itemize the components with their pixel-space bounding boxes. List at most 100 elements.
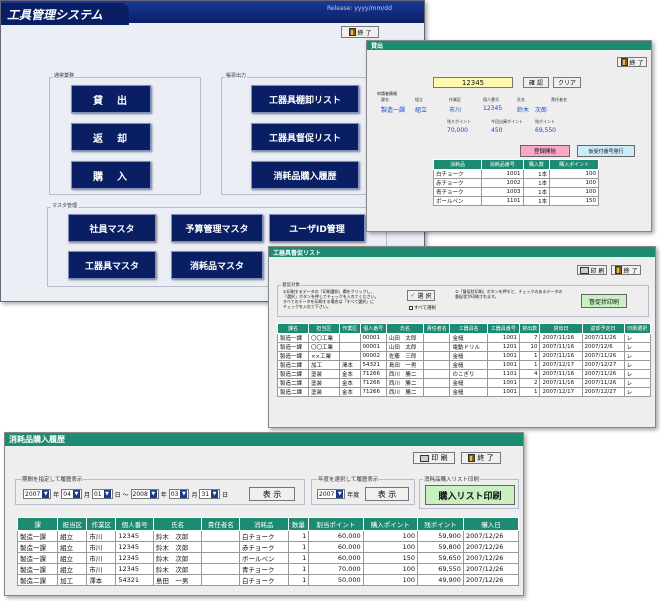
table-cell: 市川 <box>86 563 117 575</box>
table-cell: 1 <box>287 552 310 564</box>
table-row[interactable]: 製造二課 加工 澤本 54321 島田 一男 白チョーク 1 50,000 100 49,900 2… <box>16 574 520 586</box>
start-year-select[interactable]: 2007 ▼ <box>23 489 52 499</box>
period-show-button[interactable]: 表 示 <box>249 487 295 501</box>
id-input[interactable]: 12345 <box>433 77 513 88</box>
table-cell: 1本 <box>522 187 551 197</box>
table-cell: 1002 <box>481 178 524 188</box>
column-header: 印刷選択 <box>623 323 652 334</box>
table-row[interactable]: 製造一課 〇〇工業 00001 山田 太郎 電動ドリル 1201 10 2007/11/16 2… <box>277 342 652 352</box>
reminder-group-label: 督促対象 <box>281 282 301 288</box>
column-header: 返却予定日 <box>581 323 625 334</box>
confirm-button[interactable]: 確 認 <box>523 77 549 88</box>
reminder-print-button[interactable]: 印 刷 <box>577 265 607 275</box>
table-row[interactable]: 製造一課 組立 市川 12345 鈴木 次郎 赤チョーク 1 60,000 100 59,800 2… <box>16 541 520 553</box>
table-cell: 西川 勝二 <box>385 387 425 397</box>
exit-button[interactable]: 終 了 <box>341 26 379 38</box>
reissue-button[interactable]: 仮受付番号発行 <box>577 145 635 157</box>
table-cell: 2007/11/16 <box>539 333 583 343</box>
end-month-select[interactable]: 03 ▼ <box>168 489 190 499</box>
column-header: 消耗品 <box>238 517 289 531</box>
table-row[interactable]: 製造一課 組立 市川 12345 鈴木 次郎 白チョーク 1 60,000 100 59,900 2… <box>16 530 520 542</box>
fiscal-show-button[interactable]: 表 示 <box>365 487 409 501</box>
reminder-exit-button[interactable]: 終 了 <box>611 265 641 275</box>
start-day-select[interactable]: 01 ▼ <box>91 489 113 499</box>
table-row[interactable]: 白チョーク 1001 1本 100 <box>432 169 599 179</box>
table-row[interactable]: 製造一課 ××工業 00002 佐藤 三郎 金槌 1001 1 2007/11/16 2007/… <box>277 351 652 361</box>
table-cell: 鈴木 次郎 <box>152 530 203 542</box>
table-row[interactable]: ボールペン 1101 1本 150 <box>432 196 599 206</box>
table-row[interactable]: 製造二課 加工 澤本 54321 島田 一男 金槌 1001 1 2007/12/17 2007/… <box>277 360 652 370</box>
table-cell: 7 <box>518 333 541 343</box>
table-cell: 市川 <box>86 541 117 553</box>
table-row[interactable]: 製造二課 塗装 金本 71266 西川 勝二 金槌 1001 1 2007/12/17 2007/… <box>277 387 652 397</box>
consumable-master-button[interactable]: 消耗品マスタ <box>171 251 263 279</box>
applicant-field: 作業区 市川 <box>449 97 483 114</box>
table-cell: 市川 <box>86 552 117 564</box>
table-row[interactable]: 製造一課 組立 市川 12345 鈴木 次郎 ボールペン 1 60,000 150 59,650 2… <box>16 552 520 564</box>
table-cell: 組立 <box>57 563 88 575</box>
column-header: 購入ポイント <box>362 517 418 531</box>
column-header: 個人番号 <box>359 323 387 334</box>
table-cell: 組立 <box>57 552 88 564</box>
check-icon: ✓ <box>410 292 416 299</box>
inventory-list-button[interactable]: 工器具棚卸リスト <box>251 85 359 113</box>
table-cell: 製造一課 <box>16 541 59 553</box>
purchase-button[interactable]: 購 入 <box>71 161 151 189</box>
table-row[interactable]: 赤チョーク 1002 1本 100 <box>432 178 599 188</box>
table-cell: 製造一課 <box>277 351 309 361</box>
history-print-button[interactable]: 印 刷 <box>413 452 455 464</box>
tool-master-button[interactable]: 工器具マスタ <box>68 251 156 279</box>
exit-door-icon <box>614 266 622 274</box>
user-id-button[interactable]: ユーザID管理 <box>269 214 365 242</box>
history-exit-button[interactable]: 終 了 <box>461 452 501 464</box>
table-cell: 4 <box>518 369 541 379</box>
table-cell: 山田 太郎 <box>385 342 425 352</box>
table-cell: レ <box>623 369 652 379</box>
reminder-list-button[interactable]: 工器具督促リスト <box>251 123 359 151</box>
label: 年 <box>160 491 167 499</box>
end-year-select[interactable]: 2008 ▼ <box>130 489 159 499</box>
field-label: 残ポイント <box>535 119 555 124</box>
output-group-label: 帳票出力 <box>225 72 248 79</box>
header-row: 課名 担当区 作業区 個人番号 氏名 責任者名 工器具名 工器具番号 貸出数 貸出日 返却予定日 印刷… <box>277 323 652 334</box>
table-cell <box>423 342 451 352</box>
history-table: 課担当区 作業区 個人番号 氏名 責任者名 消耗品 数量 割当ポイント 購入ポイント 残ポイント購… <box>16 517 520 586</box>
column-header: 氏名 <box>385 323 425 334</box>
chevron-down-icon: ▼ <box>42 490 50 498</box>
fiscal-year-select[interactable]: 2007 ▼ <box>317 489 346 499</box>
return-button[interactable]: 返 却 <box>71 123 151 151</box>
table-row[interactable]: 製造二課 塗装 金本 71266 西川 勝二 金槌 1001 2 2007/11/16 2007/… <box>277 378 652 388</box>
purchase-history-button[interactable]: 消耗品購入履歴 <box>251 161 359 189</box>
select-all-checkbox[interactable]: すべて選択 <box>409 305 436 311</box>
lend-button[interactable]: 貸 出 <box>71 85 151 113</box>
applicant-field: 個人番号 12345 <box>483 97 517 114</box>
table-cell: 70,000 <box>308 563 364 575</box>
table-cell: 2007/11/26 <box>581 351 625 361</box>
applicant-field: 組立 組立 <box>415 97 449 114</box>
table-row[interactable]: 青チョーク 1003 1本 100 <box>432 187 599 197</box>
table-row[interactable]: 製造一課 〇〇工業 00001 山田 太郎 金槌 1001 7 2007/11/16 2007/… <box>277 333 652 343</box>
note-line: 督促状が印刷されます。 <box>455 294 499 299</box>
table-cell: レ <box>623 351 652 361</box>
table-row[interactable]: 製造二課 塗装 金本 71266 西川 勝二 のこぎり 1101 4 2007/11/16 200… <box>277 369 652 379</box>
clear-button[interactable]: クリア <box>553 77 581 88</box>
applicant-field: 責任者名 <box>551 97 585 114</box>
table-cell <box>201 574 240 586</box>
print-purchase-list-button[interactable]: 購入リスト印刷 <box>425 485 515 505</box>
table-cell: 2007/11/26 <box>581 369 625 379</box>
release-label: Release: yyyy/mm/dd <box>327 5 392 12</box>
reminder-print-letter-button[interactable]: 督促状印刷 <box>581 294 627 308</box>
start-month-select[interactable]: 04 ▼ <box>61 489 82 499</box>
applicant-field: 課名 製造一課 <box>381 97 415 114</box>
employee-master-button[interactable]: 社員マスタ <box>68 214 156 242</box>
applicant-field: 氏名 鈴木 次郎 <box>517 97 551 114</box>
register-button[interactable]: 登録開始 <box>520 145 570 157</box>
label: 日 <box>222 491 229 499</box>
table-row[interactable]: 製造一課 組立 市川 12345 鈴木 次郎 青チョーク 1 70,000 100 69,550 2… <box>16 563 520 575</box>
table-cell: 2 <box>518 378 541 388</box>
value: 04 <box>63 490 71 498</box>
select-button[interactable]: ✓ 選 択 <box>407 290 435 301</box>
budget-master-button[interactable]: 予算管理マスタ <box>171 214 263 242</box>
end-day-select[interactable]: 31 ▼ <box>199 489 221 499</box>
lend-exit-button[interactable]: 終 了 <box>617 57 647 67</box>
